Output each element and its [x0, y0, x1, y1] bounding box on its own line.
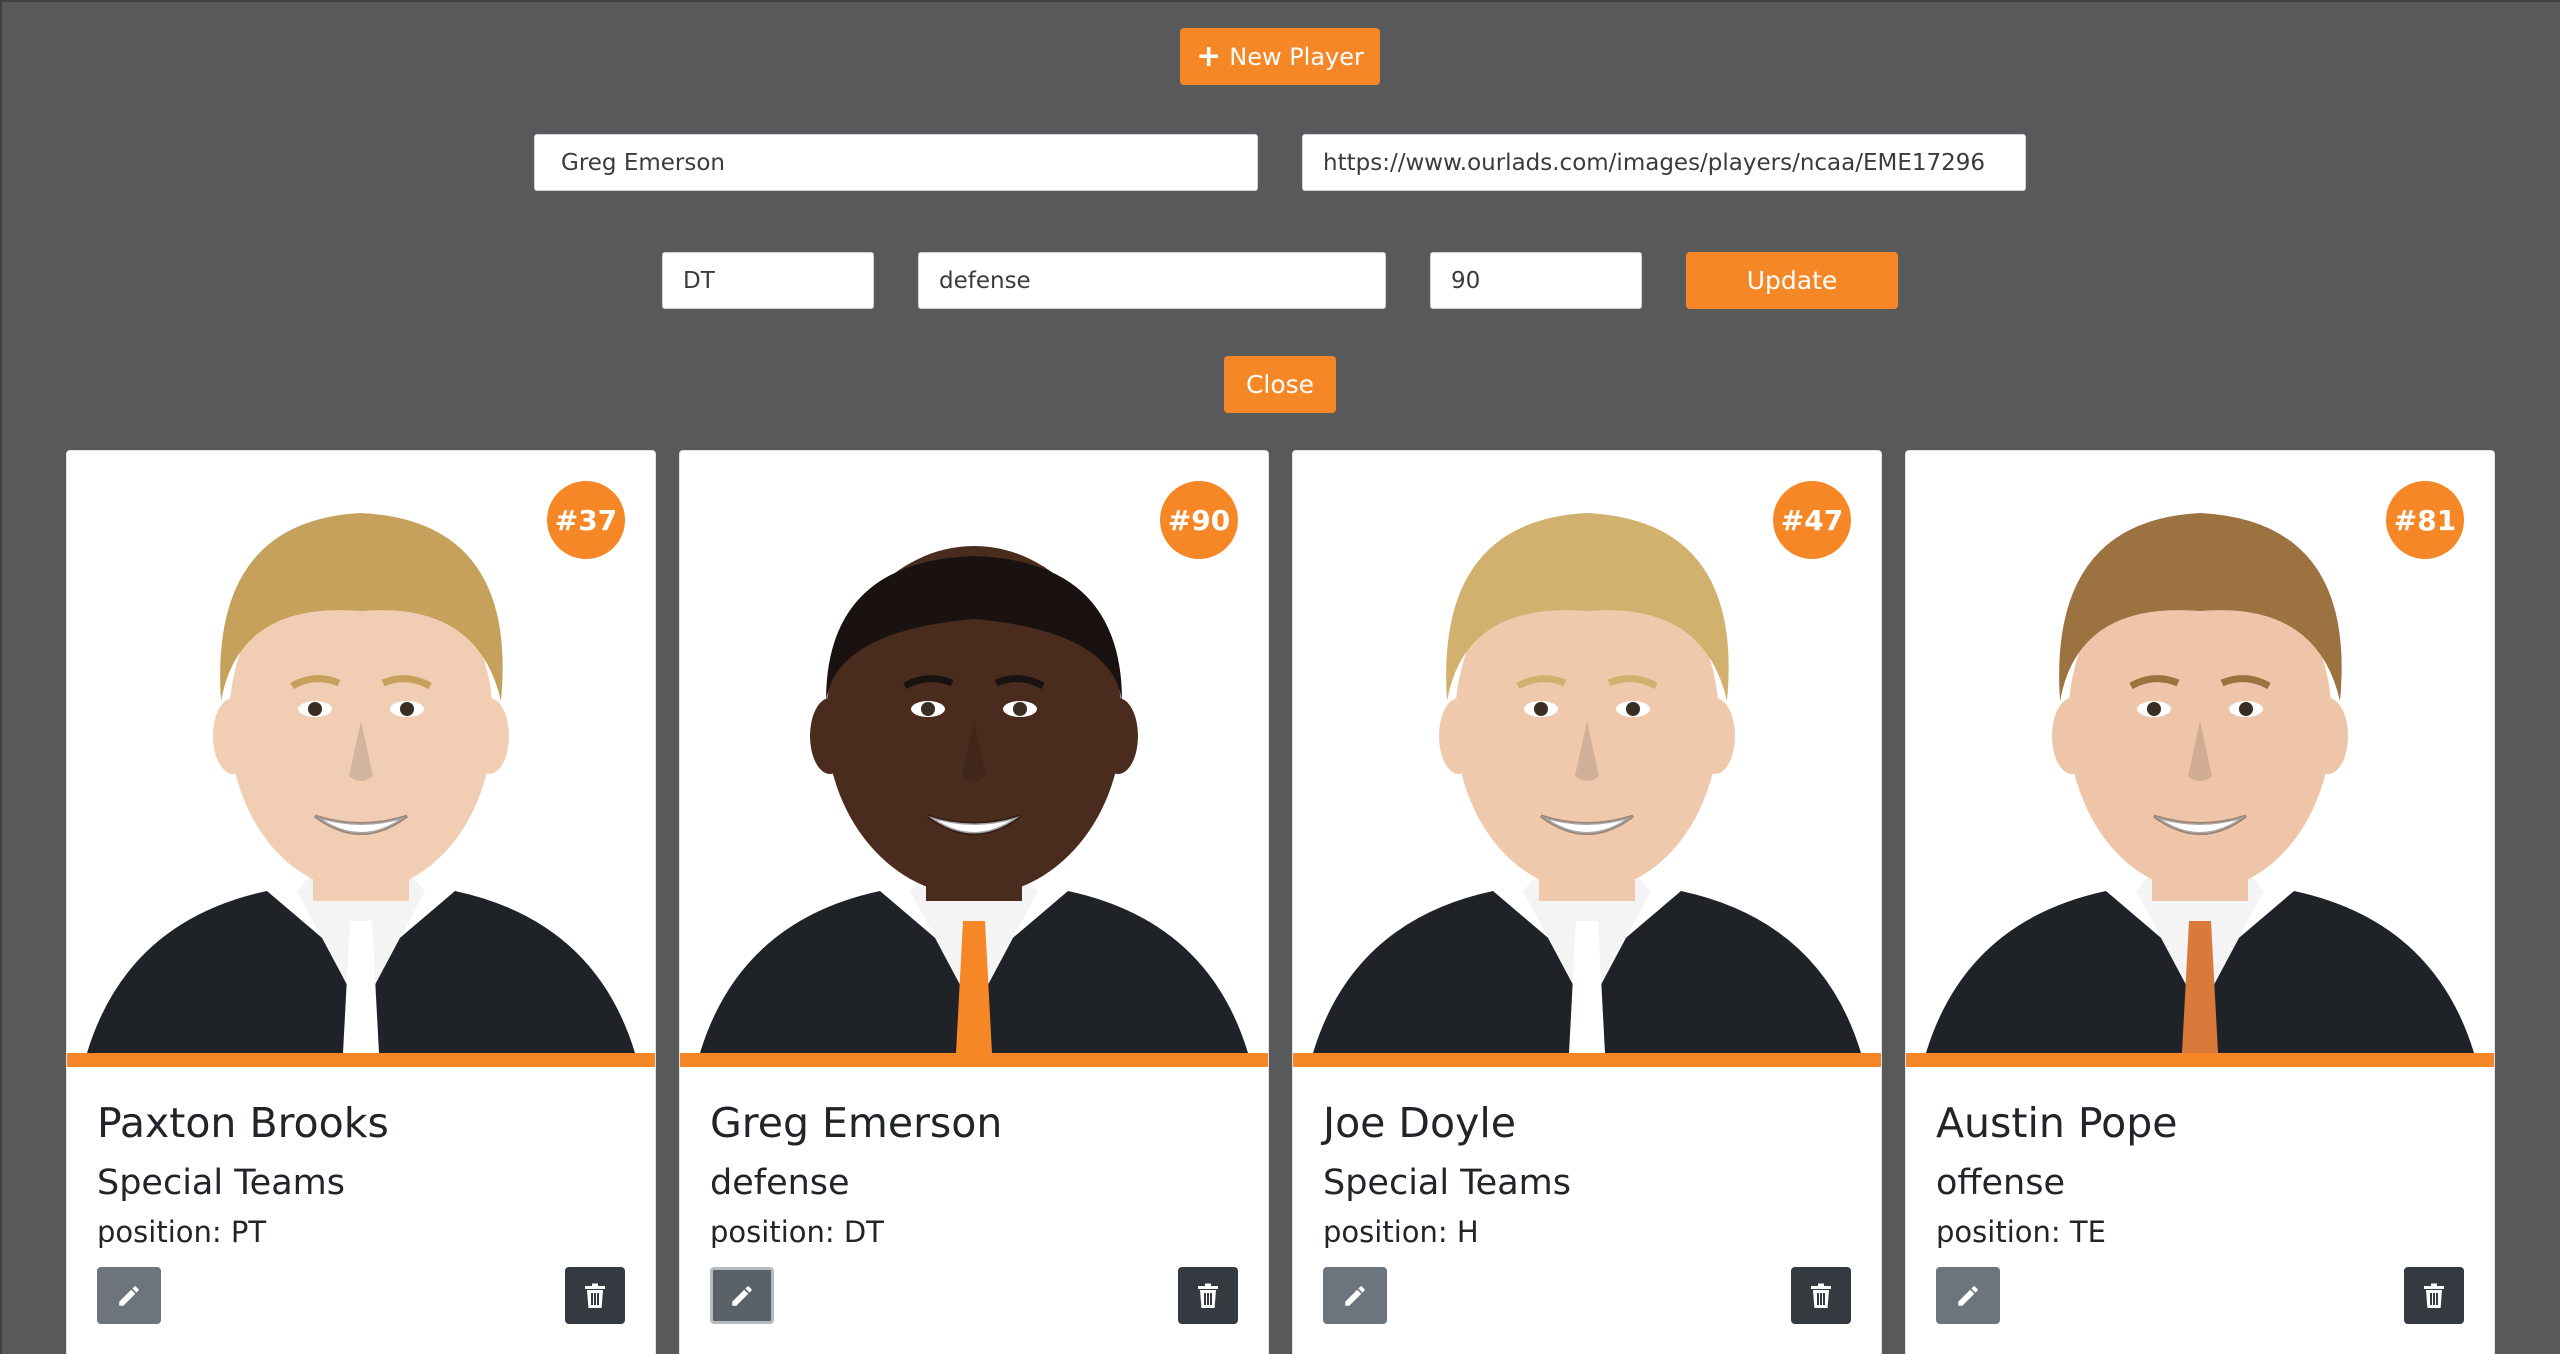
side-value: defense — [939, 267, 1031, 294]
update-button[interactable]: Update — [1686, 252, 1898, 309]
new-player-label: New Player — [1229, 42, 1364, 71]
photo-accent-bar — [1293, 1053, 1881, 1067]
player-side: defense — [710, 1163, 850, 1203]
image-url-value: https://www.ourlads.com/images/players/n… — [1323, 149, 1986, 176]
number-value: 90 — [1451, 267, 1481, 294]
edit-button[interactable] — [1936, 1267, 2000, 1324]
trash-icon — [1811, 1283, 1831, 1308]
new-player-button[interactable]: + New Player — [1180, 28, 1380, 85]
player-card: #47 Joe Doyle Special Teams position: H — [1292, 450, 1882, 1354]
player-name-input[interactable]: Greg Emerson — [534, 134, 1258, 191]
jersey-number-badge: #47 — [1773, 481, 1851, 559]
close-button[interactable]: Close — [1224, 356, 1336, 413]
jersey-number-badge: #37 — [547, 481, 625, 559]
player-name: Joe Doyle — [1323, 1099, 1516, 1147]
jersey-number-badge: #81 — [2386, 481, 2464, 559]
delete-button[interactable] — [1178, 1267, 1238, 1324]
pencil-icon — [732, 1285, 752, 1306]
edit-button[interactable] — [710, 1267, 774, 1324]
position-input[interactable]: DT — [662, 252, 874, 309]
photo-accent-bar — [1906, 1053, 2494, 1067]
image-url-input[interactable]: https://www.ourlads.com/images/players/n… — [1302, 134, 2026, 191]
pencil-icon — [1345, 1285, 1365, 1306]
delete-button[interactable] — [1791, 1267, 1851, 1324]
player-side: offense — [1936, 1163, 2066, 1203]
trash-icon — [1198, 1283, 1218, 1308]
trash-icon — [2424, 1283, 2444, 1308]
jersey-number-badge: #90 — [1160, 481, 1238, 559]
photo-accent-bar — [680, 1053, 1268, 1067]
position-value: DT — [683, 267, 715, 294]
trash-icon — [585, 1283, 605, 1308]
side-input[interactable]: defense — [918, 252, 1386, 309]
player-card: #81 Austin Pope offense position: TE — [1905, 450, 2495, 1354]
player-side: Special Teams — [97, 1163, 345, 1203]
plus-icon: + — [1196, 38, 1222, 74]
player-position: position: PT — [97, 1215, 267, 1249]
pencil-icon — [119, 1285, 139, 1306]
player-position: position: DT — [710, 1215, 884, 1249]
delete-button[interactable] — [565, 1267, 625, 1324]
player-position: position: H — [1323, 1215, 1479, 1249]
edit-button[interactable] — [1323, 1267, 1387, 1324]
player-card: #37 Paxton Brooks Special Teams position… — [66, 450, 656, 1354]
edit-button[interactable] — [97, 1267, 161, 1324]
player-side: Special Teams — [1323, 1163, 1571, 1203]
number-input[interactable]: 90 — [1430, 252, 1642, 309]
player-name: Greg Emerson — [710, 1099, 1003, 1147]
player-name: Austin Pope — [1936, 1099, 2178, 1147]
player-name: Paxton Brooks — [97, 1099, 389, 1147]
player-position: position: TE — [1936, 1215, 2106, 1249]
player-card: #90 Greg Emerson defense position: DT — [679, 450, 1269, 1354]
delete-button[interactable] — [2404, 1267, 2464, 1324]
photo-accent-bar — [67, 1053, 655, 1067]
player-name-value: Greg Emerson — [561, 149, 726, 176]
pencil-icon — [1958, 1285, 1978, 1306]
